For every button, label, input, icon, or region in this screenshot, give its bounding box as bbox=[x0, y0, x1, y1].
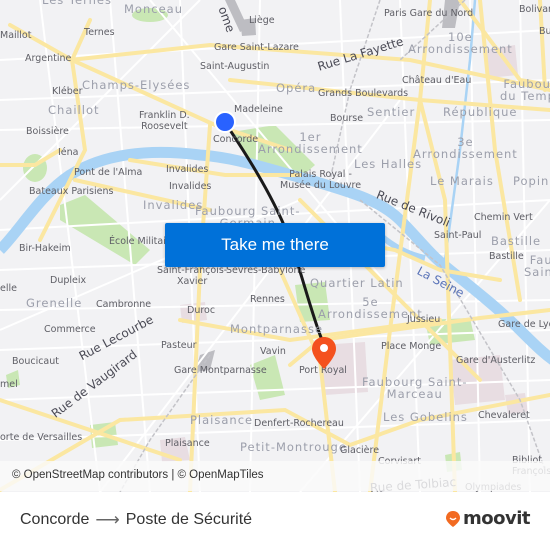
station-label: Maillot bbox=[0, 30, 32, 41]
destination-name: Poste de Sécurité bbox=[125, 511, 253, 528]
station-label: elle bbox=[0, 283, 17, 294]
station-label: Bolivar bbox=[519, 4, 550, 15]
district-label: Popinc bbox=[513, 174, 550, 188]
station-label: Pasteur bbox=[161, 340, 197, 351]
station-label: Commerce bbox=[44, 324, 96, 335]
district-label: Champs-Elysées bbox=[82, 78, 191, 92]
district-label: République bbox=[443, 105, 518, 119]
district-label: Opéra bbox=[276, 81, 317, 95]
district-label: 10e Arrondissement bbox=[408, 30, 513, 57]
station-label: Vavin bbox=[260, 346, 286, 357]
station-label: Ternes bbox=[84, 27, 115, 38]
station-label: Chemin Vert bbox=[474, 212, 533, 223]
station-label: Boissière bbox=[26, 126, 69, 137]
station-label: Chevaleret bbox=[478, 410, 530, 421]
district-label: Les Halles bbox=[354, 157, 423, 171]
district-label: Le Marais bbox=[430, 174, 494, 188]
station-label: Plaisance bbox=[165, 438, 210, 449]
brand-name: moovit bbox=[463, 508, 531, 529]
station-label: Saint-Augustin bbox=[200, 61, 270, 72]
station-label: Franklin D. Roosevelt bbox=[139, 110, 190, 133]
map-attribution: © OpenStreetMap contributors | © OpenMap… bbox=[0, 461, 550, 491]
district-label: Grenelle bbox=[26, 296, 83, 310]
district-label: Quartier Latin bbox=[310, 276, 404, 290]
station-label: Paris Gare du Nord bbox=[384, 8, 474, 19]
arrow-right-icon: ⟶ bbox=[95, 510, 120, 529]
attribution-text[interactable]: © OpenStreetMap contributors | © OpenMap… bbox=[12, 469, 264, 481]
station-label: Kléber bbox=[52, 86, 83, 97]
moovit-logo[interactable]: moovit bbox=[445, 508, 531, 529]
moovit-pin-icon bbox=[446, 510, 460, 527]
station-label: Cambronne bbox=[96, 299, 152, 310]
origin-marker[interactable] bbox=[213, 110, 237, 134]
district-label: Chaillot bbox=[48, 103, 100, 117]
station-label: Concorde bbox=[213, 134, 259, 145]
station-label: Iéna bbox=[58, 147, 79, 158]
station-label: Dupleix bbox=[50, 275, 87, 286]
station-label: Boucicaut bbox=[12, 356, 60, 367]
district-label: Plaisance bbox=[190, 413, 254, 427]
station-label: Gare Montparnasse bbox=[174, 365, 267, 376]
station-label: Gare d'Austerlitz bbox=[456, 355, 536, 366]
district-label: Les Ternes bbox=[42, 0, 112, 7]
district-label: Petit-Montrouge bbox=[240, 440, 347, 454]
map-view[interactable]: Monceau Champs-Elysées Chaillot Opéra 10… bbox=[0, 0, 550, 492]
station-label: Saint-Paul bbox=[434, 230, 482, 241]
station-label: Invalides bbox=[166, 164, 209, 175]
district-label: Les Gobelins bbox=[383, 410, 468, 424]
station-label: mel bbox=[0, 379, 18, 390]
take-me-there-button[interactable]: Take me there bbox=[165, 223, 385, 267]
station-label: Palais Royal - Musée du Louvre bbox=[280, 169, 362, 192]
station-label: orte de Versailles bbox=[0, 432, 83, 443]
district-label: Bastille bbox=[491, 234, 542, 248]
district-label: 3e Arrondissement bbox=[413, 135, 518, 162]
district-label: Faubourg du Temple bbox=[500, 77, 550, 104]
station-label: Madeleine bbox=[234, 104, 283, 115]
station-label: Invalides bbox=[169, 181, 212, 192]
station-label: Bateaux Parisiens bbox=[29, 186, 114, 197]
origin-name: Concorde bbox=[20, 511, 90, 528]
station-label: Bir-Hakeim bbox=[19, 243, 71, 254]
route-summary: Concorde ⟶ Poste de Sécurité bbox=[20, 510, 252, 530]
station-label: Pont de l'Alma bbox=[74, 167, 143, 178]
station-label: Place Monge bbox=[381, 341, 442, 352]
district-label: Faubourg Saint- Marceau bbox=[362, 375, 468, 402]
station-label: Gare Saint-Lazare bbox=[214, 42, 299, 53]
station-label: Grands Boulevards bbox=[318, 88, 409, 99]
station-label: Gare de Lyon bbox=[498, 319, 550, 330]
station-label: Saint-François- Xavier bbox=[157, 265, 228, 288]
station-label: Denfert-Rochereau bbox=[254, 418, 344, 429]
station-label: Duroc bbox=[187, 305, 216, 316]
station-label: Bu bbox=[539, 26, 550, 37]
district-label: Fau Saint bbox=[524, 253, 550, 280]
footer-bar: Concorde ⟶ Poste de Sécurité moovit bbox=[0, 492, 550, 550]
district-label: Montparnasse bbox=[230, 322, 324, 336]
station-label: Château d'Eau bbox=[402, 75, 472, 86]
station-label: Sèvres-Babylone bbox=[226, 265, 306, 276]
destination-pin-icon[interactable] bbox=[311, 336, 337, 370]
district-label: Monceau bbox=[124, 2, 183, 16]
district-label: 1er Arrondissement bbox=[258, 130, 363, 157]
station-label: Glacière bbox=[340, 445, 380, 456]
district-label: Sentier bbox=[367, 105, 416, 119]
station-label: Bastille bbox=[489, 251, 524, 262]
station-label: Liège bbox=[249, 15, 275, 26]
station-label: Jussieu bbox=[407, 314, 441, 325]
station-label: Rennes bbox=[250, 294, 285, 305]
station-label: Argentine bbox=[25, 53, 72, 64]
station-label: Bourse bbox=[330, 113, 364, 124]
